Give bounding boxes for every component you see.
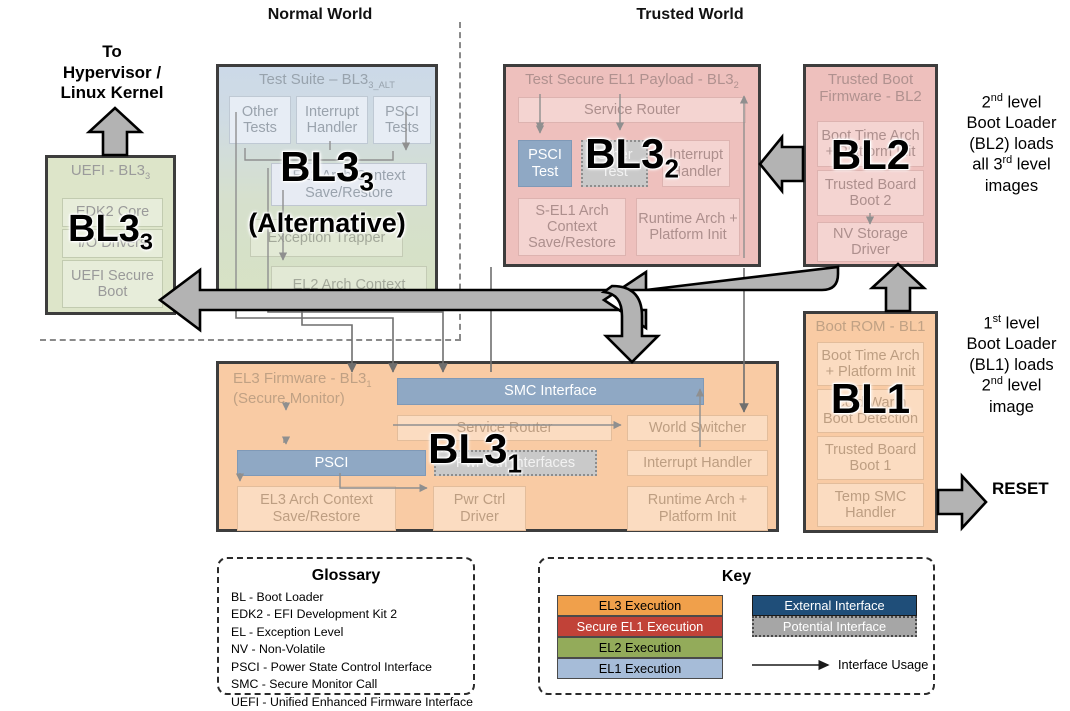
bl1-title: Boot ROM - BL1 [815,318,926,335]
uefi-module-title: UEFI - BL33 [70,162,151,181]
test-suite-block-interrupt-handler[interactable]: Interrupt Handler [296,96,368,144]
glossary-entry: NV - Non-Volatile [231,642,326,657]
uefi-title-subscript: 3 [145,171,151,181]
glossary-entry: BL - Boot Loader [231,590,324,604]
test-suite-alternative-label: (Alternative) [248,208,406,238]
bl1-block-temp-smc-handler[interactable]: Temp SMC Handler [817,483,924,527]
key-title: Key [721,568,752,585]
to-hypervisor-line3: Linux Kernel [60,83,164,103]
tsp-runtime-arch[interactable]: Runtime Arch + Platform Init [636,198,740,256]
key-exec-levels: EL3 Execution Secure EL1 Execution EL2 E… [557,595,723,679]
el3-smc-interface[interactable]: SMC Interface [397,378,704,405]
el3-bl31-label: BL31 [428,425,522,479]
uefi-bl33-label: BL33 [68,208,153,255]
key-el1-execution: EL1 Execution [557,658,723,679]
test-suite-title: Test Suite – BL33_ALT [259,71,395,90]
to-hypervisor-line1: To [102,42,122,61]
to-hypervisor-note: To Hypervisor / Linux Kernel [22,42,202,104]
el3-interrupt-handler[interactable]: Interrupt Handler [627,450,768,476]
tsp-title: Test Secure EL1 Payload - BL32 [525,71,739,90]
key-panel: Key EL3 Execution Secure EL1 Execution E… [538,557,935,695]
normal-world-header: Normal World [267,6,373,23]
world-divider-horizontal [40,339,461,341]
key-el3-execution: EL3 Execution [557,595,723,616]
world-divider-vertical [459,22,461,340]
glossary-title: Glossary [311,567,381,584]
uefi-block-uefi-secure-boot[interactable]: UEFI Secure Boot [62,260,163,308]
tsp-title-subscript: 2 [733,80,739,90]
glossary-entry: UEFI - Unified Enhanced Firmware Interfa… [231,694,473,709]
el3-world-switcher[interactable]: World Switcher [627,415,768,441]
trusted-world-header: Trusted World [636,6,744,23]
el3-title: EL3 Firmware - BL31 (Secure Monitor) [233,370,372,408]
key-usage-label: Interface Usage [838,657,929,672]
key-secure-el1-execution: Secure EL1 Execution [557,616,723,637]
el3-title-subscript: 1 [366,379,372,389]
key-interfaces: External Interface Potential Interface [752,595,917,637]
bl1-annotation: 1st level Boot Loader (BL1) loads 2nd le… [966,313,1057,416]
test-suite-block-psci-tests[interactable]: PSCI Tests [373,96,431,144]
glossary-entry: PSCI - Power State Control Interface [231,659,432,674]
bl1-label: BL1 [830,375,911,422]
bl2-title: Trusted Boot Firmware - BL2 [819,71,922,106]
glossary-entry: SMC - Secure Monitor Call [231,677,378,692]
el3-runtime-arch[interactable]: Runtime Arch + Platform Init [627,486,768,531]
test-suite-title-subscript: 3_ALT [368,80,395,90]
tsp-bl32-label: BL32 [585,130,679,184]
reset-label: RESET [992,479,1049,498]
bl1-block-trusted-board-boot[interactable]: Trusted Board Boot 1 [817,436,924,480]
bl2-annotation: 2nd level Boot Loader (BL2) loads all 3r… [966,92,1057,195]
el3-pwr-ctrl-driver[interactable]: Pwr Ctrl Driver [433,486,526,531]
el3-title-line2: (Secure Monitor) [233,390,345,408]
el3-arch-context[interactable]: EL3 Arch Context Save/Restore [237,486,396,531]
bl2-label: BL2 [830,131,911,178]
glossary-panel: Glossary BL - Boot Loader EDK2 - EFI Dev… [217,557,475,709]
to-hypervisor-line2: Hypervisor / [62,62,162,82]
tsp-sel1-arch-context[interactable]: S-EL1 Arch Context Save/Restore [518,198,626,256]
tsp-service-router[interactable]: Service Router [518,97,746,123]
test-suite-block-other-tests[interactable]: Other Tests [229,96,291,144]
key-external-interface: External Interface [752,595,917,616]
test-suite-block-el2-arch-context[interactable]: EL2 Arch Context [271,266,427,304]
glossary-entry: EDK2 - EFI Development Kit 2 [231,607,398,622]
test-suite-bl33alt-label: BL33 [280,143,374,197]
key-potential-interface: Potential Interface [752,616,917,637]
key-el2-execution: EL2 Execution [557,637,723,658]
glossary-entry: EL - Exception Level [231,624,344,639]
bl2-block-nv-storage-driver[interactable]: NV Storage Driver [817,222,924,262]
